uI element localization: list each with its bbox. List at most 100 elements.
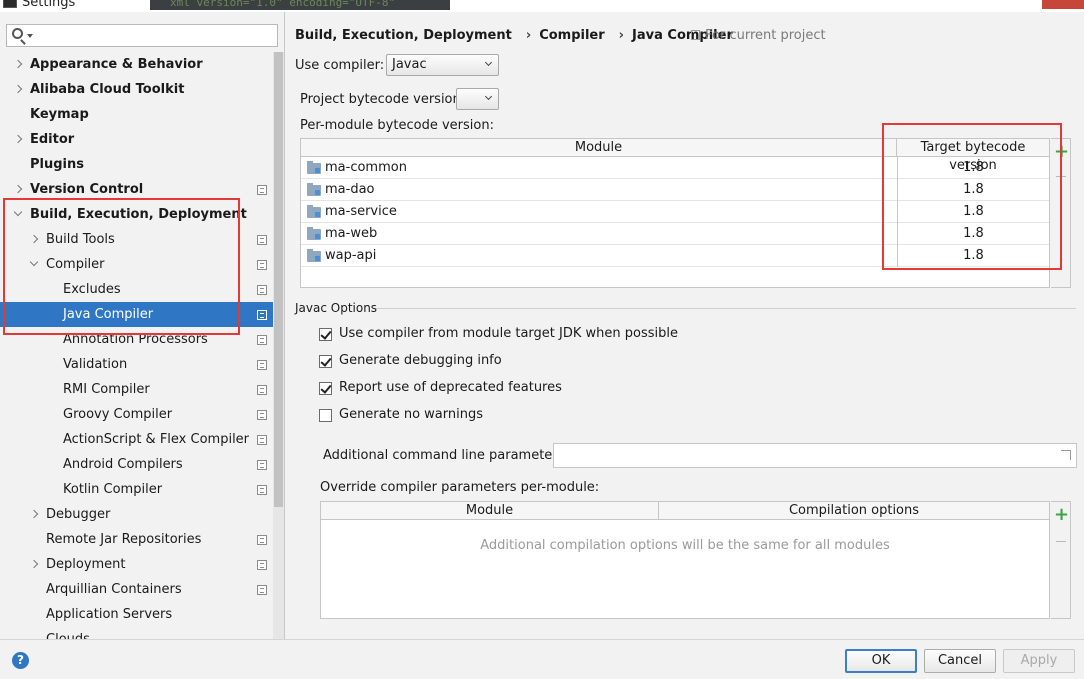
- sidebar-item-debugger[interactable]: Debugger: [0, 502, 273, 527]
- column-header-module[interactable]: Module: [321, 502, 659, 520]
- project-scope-icon: [257, 560, 267, 570]
- settings-tree: Appearance & Behavior Alibaba Cloud Toolk…: [0, 52, 273, 639]
- sidebar-item-alibaba-cloud-toolkit[interactable]: Alibaba Cloud Toolkit: [0, 77, 273, 102]
- chevron-right-icon[interactable]: [14, 127, 24, 152]
- module-folder-icon: [307, 205, 321, 218]
- title-bar: Settings xml version="1.0" encoding="UTF…: [0, 0, 1084, 12]
- sidebar-item-label: Keymap: [30, 107, 89, 122]
- sidebar-item-keymap[interactable]: Keymap: [0, 102, 273, 127]
- background-code-text: xml version="1.0" encoding="UTF-8": [170, 0, 396, 9]
- sidebar-item-deployment[interactable]: Deployment: [0, 552, 273, 577]
- apply-button[interactable]: Apply: [1003, 649, 1075, 673]
- chevron-right-icon[interactable]: [30, 552, 40, 577]
- breadcrumb-separator: ›: [618, 28, 625, 43]
- module-name-cell: ma-service: [325, 204, 397, 219]
- sidebar-item-android-compilers[interactable]: Android Compilers: [0, 452, 273, 477]
- sidebar-item-plugins[interactable]: Plugins: [0, 152, 273, 177]
- sidebar-item-label: Kotlin Compiler: [63, 482, 163, 497]
- sidebar-item-arquillian-containers[interactable]: Arquillian Containers: [0, 577, 273, 602]
- add-icon[interactable]: +: [1054, 506, 1069, 524]
- project-scope-icon: [257, 235, 267, 245]
- project-scope-icon: [257, 285, 267, 295]
- sidebar-scrollbar-thumb[interactable]: [274, 52, 283, 507]
- checkbox-label[interactable]: Use compiler from module target JDK when…: [339, 326, 678, 341]
- project-bytecode-select[interactable]: [456, 88, 499, 110]
- per-module-label: Per-module bytecode version:: [300, 118, 494, 133]
- project-scope-icon: [257, 335, 267, 345]
- sidebar-item-remote-jar-repositories[interactable]: Remote Jar Repositories: [0, 527, 273, 552]
- use-compiler-select[interactable]: Javac: [386, 54, 499, 76]
- sidebar-item-label: Debugger: [46, 507, 111, 522]
- close-window-button[interactable]: [1042, 0, 1084, 9]
- empty-table-text: Additional compilation options will be t…: [480, 538, 890, 553]
- for-current-project-label: For current project: [705, 28, 826, 43]
- breadcrumb-separator: ›: [525, 28, 532, 43]
- module-name-cell: wap-api: [325, 248, 377, 263]
- checkbox[interactable]: [319, 328, 332, 341]
- sidebar-item-label: Plugins: [30, 157, 84, 172]
- project-scope-icon: [257, 185, 267, 195]
- chevron-right-icon[interactable]: [30, 502, 40, 527]
- chevron-right-icon[interactable]: [14, 77, 24, 102]
- project-scope-icon: [257, 435, 267, 445]
- sidebar-item-validation[interactable]: Validation: [0, 352, 273, 377]
- expand-icon[interactable]: [1061, 450, 1071, 460]
- sidebar-scrollbar[interactable]: [273, 52, 284, 639]
- sidebar-item-actionscript-flex-compiler[interactable]: ActionScript & Flex Compiler: [0, 427, 273, 452]
- checkbox[interactable]: [319, 355, 332, 368]
- checkbox-label[interactable]: Report use of deprecated features: [339, 380, 562, 395]
- project-scope-icon: [257, 260, 267, 270]
- breadcrumb: Build, Execution, Deployment › Compiler › Ja…: [295, 28, 739, 43]
- sidebar-item-label: Application Servers: [46, 607, 173, 622]
- override-table-toolbar: +: [1051, 501, 1071, 619]
- project-scope-icon: [257, 485, 267, 495]
- checkbox-label[interactable]: Generate no warnings: [339, 407, 483, 422]
- module-name-cell: ma-common: [325, 160, 407, 175]
- checkbox-label[interactable]: Generate debugging info: [339, 353, 502, 368]
- project-scope-icon: [257, 410, 267, 420]
- checkbox[interactable]: [319, 382, 332, 395]
- sidebar-item-kotlin-compiler[interactable]: Kotlin Compiler: [0, 477, 273, 502]
- project-scope-icon: [691, 30, 700, 40]
- override-params-table: Module Compilation options Additional co…: [320, 501, 1050, 619]
- search-input[interactable]: [6, 24, 278, 47]
- sidebar-item-editor[interactable]: Editor: [0, 127, 273, 152]
- sidebar-item-label: Validation: [63, 357, 128, 372]
- column-header-module[interactable]: Module: [301, 139, 897, 157]
- app-icon: [3, 0, 17, 8]
- module-name-cell: ma-web: [325, 226, 378, 241]
- project-scope-icon: [257, 385, 267, 395]
- cancel-button[interactable]: Cancel: [924, 649, 996, 673]
- sidebar-item-clouds[interactable]: Clouds: [0, 627, 273, 639]
- project-scope-icon: [257, 460, 267, 470]
- sidebar-item-label: Appearance & Behavior: [30, 57, 203, 72]
- sidebar-item-application-servers[interactable]: Application Servers: [0, 602, 273, 627]
- sidebar-item-label: Remote Jar Repositories: [46, 532, 202, 547]
- chevron-right-icon[interactable]: [14, 52, 24, 77]
- sidebar-item-groovy-compiler[interactable]: Groovy Compiler: [0, 402, 273, 427]
- remove-icon[interactable]: [1056, 541, 1066, 542]
- module-name-cell: ma-dao: [325, 182, 375, 197]
- sidebar-item-rmi-compiler[interactable]: RMI Compiler: [0, 377, 273, 402]
- help-icon[interactable]: ?: [12, 652, 29, 669]
- for-current-project-note: For current project: [691, 28, 826, 43]
- search-icon: [12, 28, 23, 39]
- chevron-down-icon: [484, 92, 493, 101]
- sidebar-item-label: Clouds: [46, 627, 90, 639]
- ok-button[interactable]: OK: [845, 649, 917, 673]
- table-header: Module Compilation options: [321, 502, 1049, 520]
- javac-options-group-label: Javac Options: [295, 301, 378, 315]
- module-folder-icon: [307, 249, 321, 262]
- module-folder-icon: [307, 183, 321, 196]
- use-compiler-value: Javac: [392, 57, 427, 72]
- highlight-box-sidebar: [3, 198, 240, 335]
- sidebar-item-appearance-behavior[interactable]: Appearance & Behavior: [0, 52, 273, 77]
- additional-params-input[interactable]: [553, 443, 1077, 468]
- column-header-compilation-options[interactable]: Compilation options: [659, 502, 1049, 520]
- sidebar-item-label: Groovy Compiler: [63, 407, 173, 422]
- project-bytecode-label: Project bytecode version:: [300, 92, 466, 107]
- search-history-dropdown-icon[interactable]: [27, 34, 33, 38]
- module-folder-icon: [307, 227, 321, 240]
- checkbox[interactable]: [319, 409, 332, 422]
- additional-params-label: Additional command line parameters:: [323, 448, 569, 463]
